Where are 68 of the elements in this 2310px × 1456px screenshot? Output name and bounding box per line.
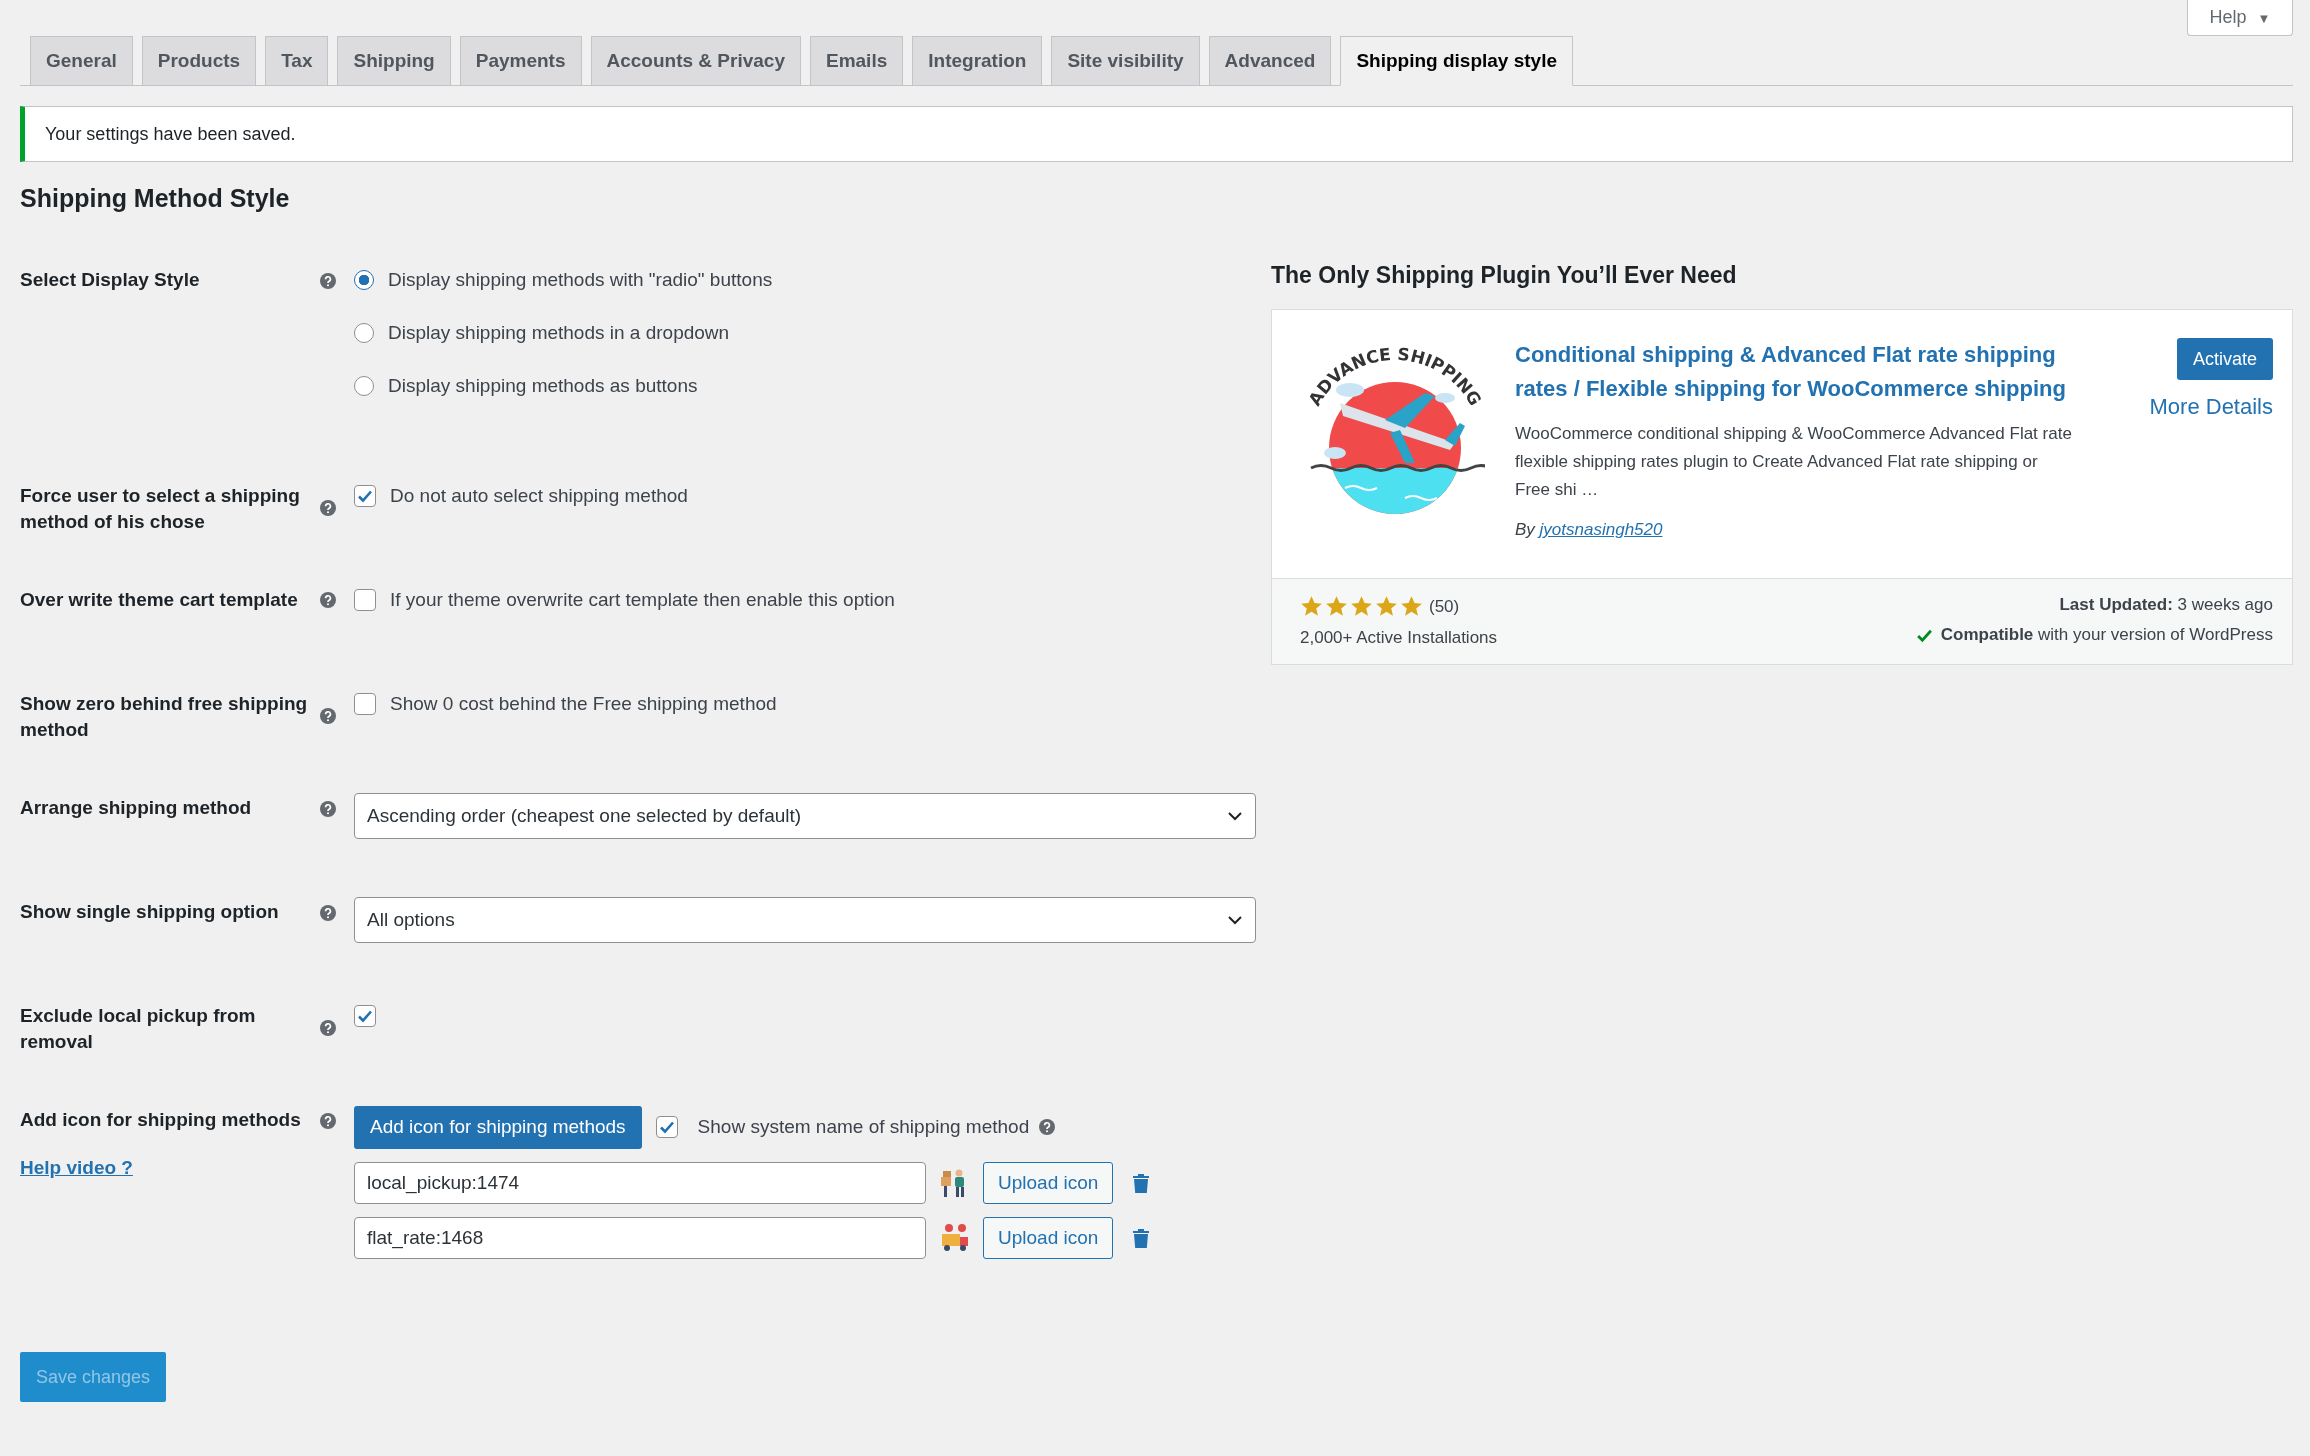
help-icon[interactable]	[320, 801, 336, 817]
help-menu-button[interactable]: Help ▼	[2187, 0, 2293, 36]
help-icon[interactable]	[1039, 1119, 1056, 1135]
settings-tab[interactable]: Integration	[912, 36, 1043, 86]
settings-tab[interactable]: Tax	[265, 36, 329, 86]
author-prefix: By	[1515, 520, 1535, 539]
rating-count: (50)	[1429, 596, 1460, 617]
help-icon[interactable]	[320, 592, 336, 608]
section-title: Shipping Method Style	[20, 184, 291, 213]
method-input[interactable]: local_pickup:1474	[354, 1162, 926, 1204]
help-icon[interactable]	[320, 500, 336, 516]
checkbox[interactable]	[354, 693, 376, 715]
settings-tab[interactable]: Shipping	[337, 36, 451, 86]
upload-icon-button[interactable]: Upload icon	[983, 1217, 1114, 1259]
radio-label: Display shipping methods with "radio" buttons	[388, 269, 773, 291]
checkbox-label: Do not auto select shipping method	[390, 485, 688, 507]
plugin-description: WooCommerce conditional shipping & WooCommerce Advanced Flat rate flexible shipping rates plugin to Create Advanced Flat rate shipping or Free shi …	[1515, 423, 2073, 501]
trash-icon[interactable]	[1133, 1173, 1150, 1193]
plugin-title-link[interactable]: Conditional shipping & Advanced Flat rate shipping rates / Flexible shipping for WooCommerce shipping	[1515, 338, 2075, 406]
setting-label: Select Display Style	[20, 268, 201, 292]
settings-tab[interactable]: Payments	[459, 36, 582, 86]
setting-label: Over write theme cart template	[20, 588, 299, 612]
trash-icon[interactable]	[1133, 1228, 1150, 1248]
setting-label: Exclude local pickup from removal	[20, 1004, 257, 1054]
settings-tab[interactable]: Accounts & Privacy	[590, 36, 801, 86]
settings-tab[interactable]: Shipping display style	[1340, 36, 1573, 86]
radio-button[interactable]	[354, 376, 374, 396]
activate-button[interactable]: Activate	[2176, 338, 2273, 380]
promo-heading: The Only Shipping Plugin You’ll Ever Need	[1271, 262, 1738, 289]
setting-label: Force user to select a shipping method of his chose	[20, 484, 301, 534]
radio-label: Display shipping methods as buttons	[388, 375, 698, 397]
help-icon[interactable]	[320, 905, 336, 921]
dropdown-select[interactable]: All options	[354, 897, 1256, 943]
radio-label: Display shipping methods in a dropdown	[388, 322, 730, 344]
settings-tab[interactable]: Site visibility	[1051, 36, 1200, 86]
checkbox[interactable]	[354, 1005, 376, 1027]
checkbox-label: If your theme overwrite cart template then enable this option	[390, 589, 895, 611]
settings-tab[interactable]: Advanced	[1208, 36, 1332, 86]
help-icon[interactable]	[320, 1020, 336, 1036]
settings-tab[interactable]: Products	[141, 36, 257, 86]
checkbox[interactable]	[354, 485, 376, 507]
help-icon[interactable]	[320, 708, 336, 724]
setting-label: Arrange shipping method	[20, 796, 253, 820]
add-icon-button[interactable]: Add icon for shipping methods	[354, 1105, 642, 1149]
more-details-link[interactable]: More Details	[2149, 394, 2273, 420]
help-icon[interactable]	[320, 1113, 336, 1129]
dropdown-select[interactable]: Ascending order (cheapest one selected by default)	[354, 793, 1256, 839]
author-link[interactable]: jyotsnasingh520	[1539, 520, 1663, 539]
active-installs: 2,000+ Active Installations	[1300, 628, 1498, 648]
checkbox-label: Show system name of shipping method	[697, 1116, 1030, 1138]
upload-icon-button[interactable]: Upload icon	[983, 1162, 1114, 1204]
last-updated: Last Updated: 3 weeks ago	[2059, 595, 2273, 615]
truck-icon	[940, 1223, 970, 1253]
notice-text: Your settings have been saved.	[45, 123, 296, 145]
help-icon[interactable]	[320, 273, 336, 289]
checkbox-label: Show 0 cost behind the Free shipping method	[390, 693, 777, 715]
settings-tab[interactable]: General	[30, 36, 133, 86]
radio-button[interactable]	[354, 323, 374, 343]
setting-label: Show zero behind free shipping method	[20, 692, 309, 742]
checkbox[interactable]	[655, 1116, 678, 1138]
settings-tab[interactable]: Emails	[810, 36, 904, 86]
method-input[interactable]: flat_rate:1468	[354, 1217, 926, 1259]
checkbox[interactable]	[354, 589, 376, 611]
compatibility-text: Compatible with your version of WordPress	[1940, 625, 2273, 645]
setting-label: Show single shipping option	[20, 900, 280, 924]
setting-label: Add icon for shipping methods	[20, 1108, 302, 1132]
help-video-link[interactable]: Help video ?	[20, 1157, 133, 1179]
radio-button[interactable]	[354, 270, 374, 290]
